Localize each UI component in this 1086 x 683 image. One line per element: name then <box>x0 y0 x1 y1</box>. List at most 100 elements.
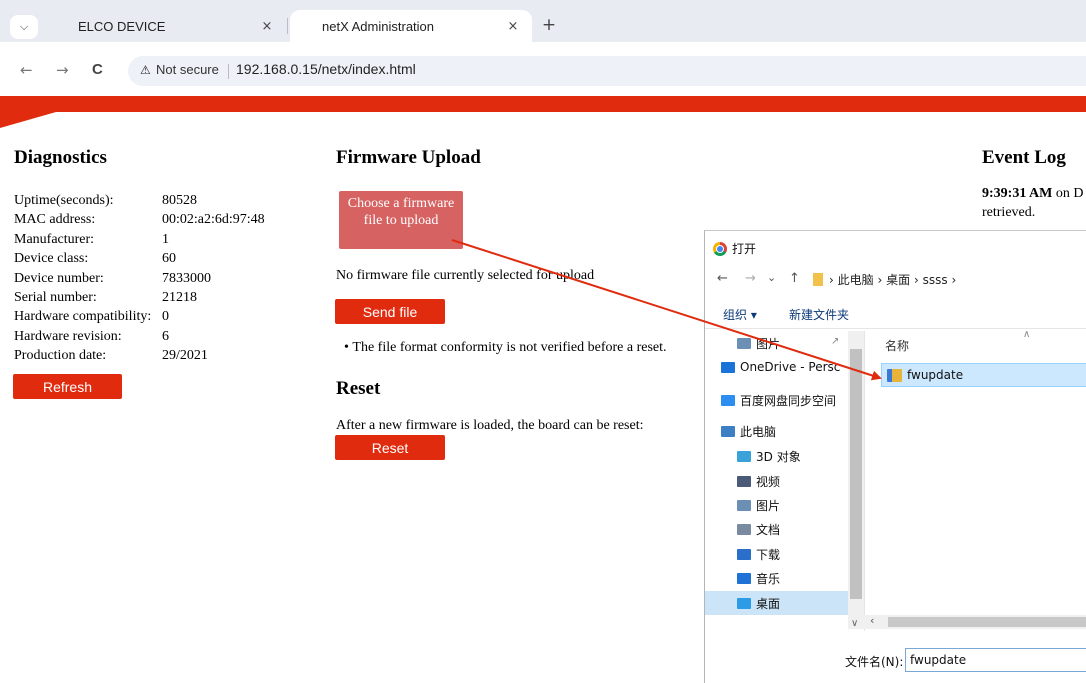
dialog-forward-button[interactable]: → <box>745 271 756 286</box>
diagnostics-value: 0 <box>162 309 169 325</box>
breadcrumb-item[interactable]: 桌面 <box>886 273 910 287</box>
address-bar[interactable]: ⚠ Not secure 192.168.0.15/netx/index.htm… <box>128 56 1086 86</box>
dialog-titlebar: 打开 <box>713 240 756 257</box>
diagnostics-row: Serial number: 21218 <box>14 290 197 306</box>
diagnostics-row: Uptime(seconds): 80528 <box>14 193 197 209</box>
diagnostics-label: Device number: <box>14 270 104 286</box>
chrome-icon <box>713 241 727 256</box>
sidebar-item[interactable]: 视频 <box>737 469 780 493</box>
send-file-button[interactable]: Send file <box>335 299 445 324</box>
breadcrumb-item[interactable]: 此电脑 <box>838 273 874 287</box>
navigation-pane: 图片 OneDrive - Persc 百度网盘同步空间 此电脑 3D 对象 视频 图片 文档… <box>705 331 848 631</box>
diagnostics-row: Manufacturer: 1 <box>14 231 169 248</box>
reset-description: After a new firmware is loaded, the boar… <box>336 418 644 433</box>
sidebar-item-label: 视频 <box>756 474 781 489</box>
organize-menu[interactable]: 组织 ▾ <box>723 306 757 323</box>
pictures-icon <box>737 499 751 511</box>
back-button[interactable]: ← <box>20 61 33 79</box>
choose-firmware-button[interactable]: Choose a firmware file to upload <box>339 191 463 249</box>
divider <box>864 331 865 631</box>
diagnostics-label: Hardware revision: <box>14 328 122 344</box>
sidebar-item-label: 图片 <box>756 336 781 351</box>
sidebar-item[interactable]: 文档 <box>737 517 780 541</box>
filename-label: 文件名(N): <box>845 655 904 669</box>
event-time: 9:39:31 AM <box>982 186 1053 201</box>
scroll-thumb[interactable] <box>850 349 862 599</box>
sidebar-item[interactable]: OneDrive - Persc <box>721 355 840 379</box>
path-sep: › <box>913 273 919 287</box>
chevron-down-icon: ⌵ <box>19 20 29 33</box>
dialog-up-button[interactable]: ↑ <box>789 271 800 286</box>
diagnostics-label: Device class: <box>14 251 89 267</box>
firmware-note-text: The file format conformity is not verifi… <box>352 340 667 355</box>
sidebar-item[interactable]: 3D 对象 <box>737 444 801 468</box>
diagnostics-row: Device number: 7833000 <box>14 270 211 287</box>
firmware-status: No firmware file currently selected for … <box>336 268 595 283</box>
sidebar-item-label: 下载 <box>756 547 781 562</box>
onedrive-icon <box>721 361 735 373</box>
scroll-left-icon[interactable]: ‹ <box>870 614 874 627</box>
diagnostics-label: Manufacturer: <box>14 231 95 247</box>
forward-button[interactable]: → <box>56 61 69 79</box>
sidebar-item[interactable]: 图片 <box>737 331 780 355</box>
path-sep: › <box>877 273 883 287</box>
dialog-back-button[interactable]: ← <box>717 271 728 286</box>
pin-icon[interactable]: ↗︎ <box>831 336 839 347</box>
sidebar-item-label: 3D 对象 <box>756 449 801 464</box>
tab-netx-administration[interactable]: netX Administration × <box>290 10 532 42</box>
close-icon[interactable]: × <box>502 19 524 34</box>
filename-input[interactable]: fwupdate <box>905 648 1086 672</box>
diagnostics-value: 29/2021 <box>162 348 208 364</box>
header-bar <box>0 96 1086 112</box>
sidebar-item-label: 百度网盘同步空间 <box>740 393 837 408</box>
sidebar-item[interactable]: 此电脑 <box>721 419 776 443</box>
scroll-thumb[interactable] <box>888 617 1086 627</box>
tab-label: netX Administration <box>322 18 435 34</box>
dialog-breadcrumb[interactable]: › 此电脑 › 桌面 › ssss › <box>813 271 956 288</box>
diagnostics-row: Hardware compatibility: 0 <box>14 309 169 325</box>
new-folder-button[interactable]: 新建文件夹 <box>789 306 849 323</box>
scroll-down-icon[interactable]: ∨ <box>851 618 858 629</box>
event-log-entry: 9:39:31 AM on D <box>982 186 1084 202</box>
warning-icon[interactable]: ⚠ <box>140 63 151 77</box>
url-text[interactable]: 192.168.0.15/netx/index.html <box>236 61 416 77</box>
diagnostics-value: 7833000 <box>162 270 211 286</box>
sidebar-item[interactable]: 百度网盘同步空间 <box>721 388 836 412</box>
baidu-netdisk-icon <box>721 394 735 406</box>
reload-button[interactable]: C <box>92 61 103 78</box>
documents-icon <box>737 523 751 535</box>
nav-scrollbar[interactable] <box>848 331 864 629</box>
file-scrollbar[interactable]: ‹ <box>864 614 1086 629</box>
sidebar-item-label: 此电脑 <box>740 424 777 439</box>
sidebar-item-label: 音乐 <box>756 571 781 586</box>
sidebar-item-label: 文档 <box>756 522 781 537</box>
file-item-fwupdate[interactable]: fwupdate <box>881 363 1086 387</box>
security-label[interactable]: Not secure <box>156 62 219 77</box>
downloads-icon <box>737 548 751 560</box>
pictures-icon <box>737 337 751 349</box>
tab-divider <box>287 18 288 34</box>
dialog-recent-dropdown[interactable]: ⌄ <box>767 271 776 284</box>
sort-indicator-icon: ∧ <box>1023 329 1031 340</box>
diagnostics-row: Production date: 29/2021 <box>14 348 208 364</box>
3d-objects-icon <box>737 450 751 462</box>
sidebar-item-label: 图片 <box>756 498 781 513</box>
new-tab-button[interactable]: + <box>538 14 560 36</box>
sidebar-item[interactable]: 音乐 <box>737 566 780 590</box>
tab-label: ELCO DEVICE <box>78 18 166 34</box>
firmware-note: • The file format conformity is not veri… <box>344 340 667 356</box>
close-icon[interactable]: × <box>256 19 278 34</box>
sidebar-item[interactable]: 图片 <box>737 493 780 517</box>
sidebar-item[interactable]: 下载 <box>737 542 780 566</box>
sidebar-item[interactable]: 桌面 <box>705 591 848 615</box>
header-notch <box>0 112 56 128</box>
diagnostics-value: 80528 <box>162 193 197 208</box>
tab-search-button[interactable]: ⌵ <box>10 15 38 39</box>
event-log-line2: retrieved. <box>982 205 1036 220</box>
reset-button[interactable]: Reset <box>335 435 445 460</box>
column-header-name[interactable]: 名称 <box>885 337 909 354</box>
refresh-button[interactable]: Refresh <box>13 374 122 399</box>
breadcrumb-item[interactable]: ssss <box>923 273 948 287</box>
path-sep: › <box>951 273 957 287</box>
tab-elco-device[interactable]: ELCO DEVICE × <box>46 10 286 42</box>
